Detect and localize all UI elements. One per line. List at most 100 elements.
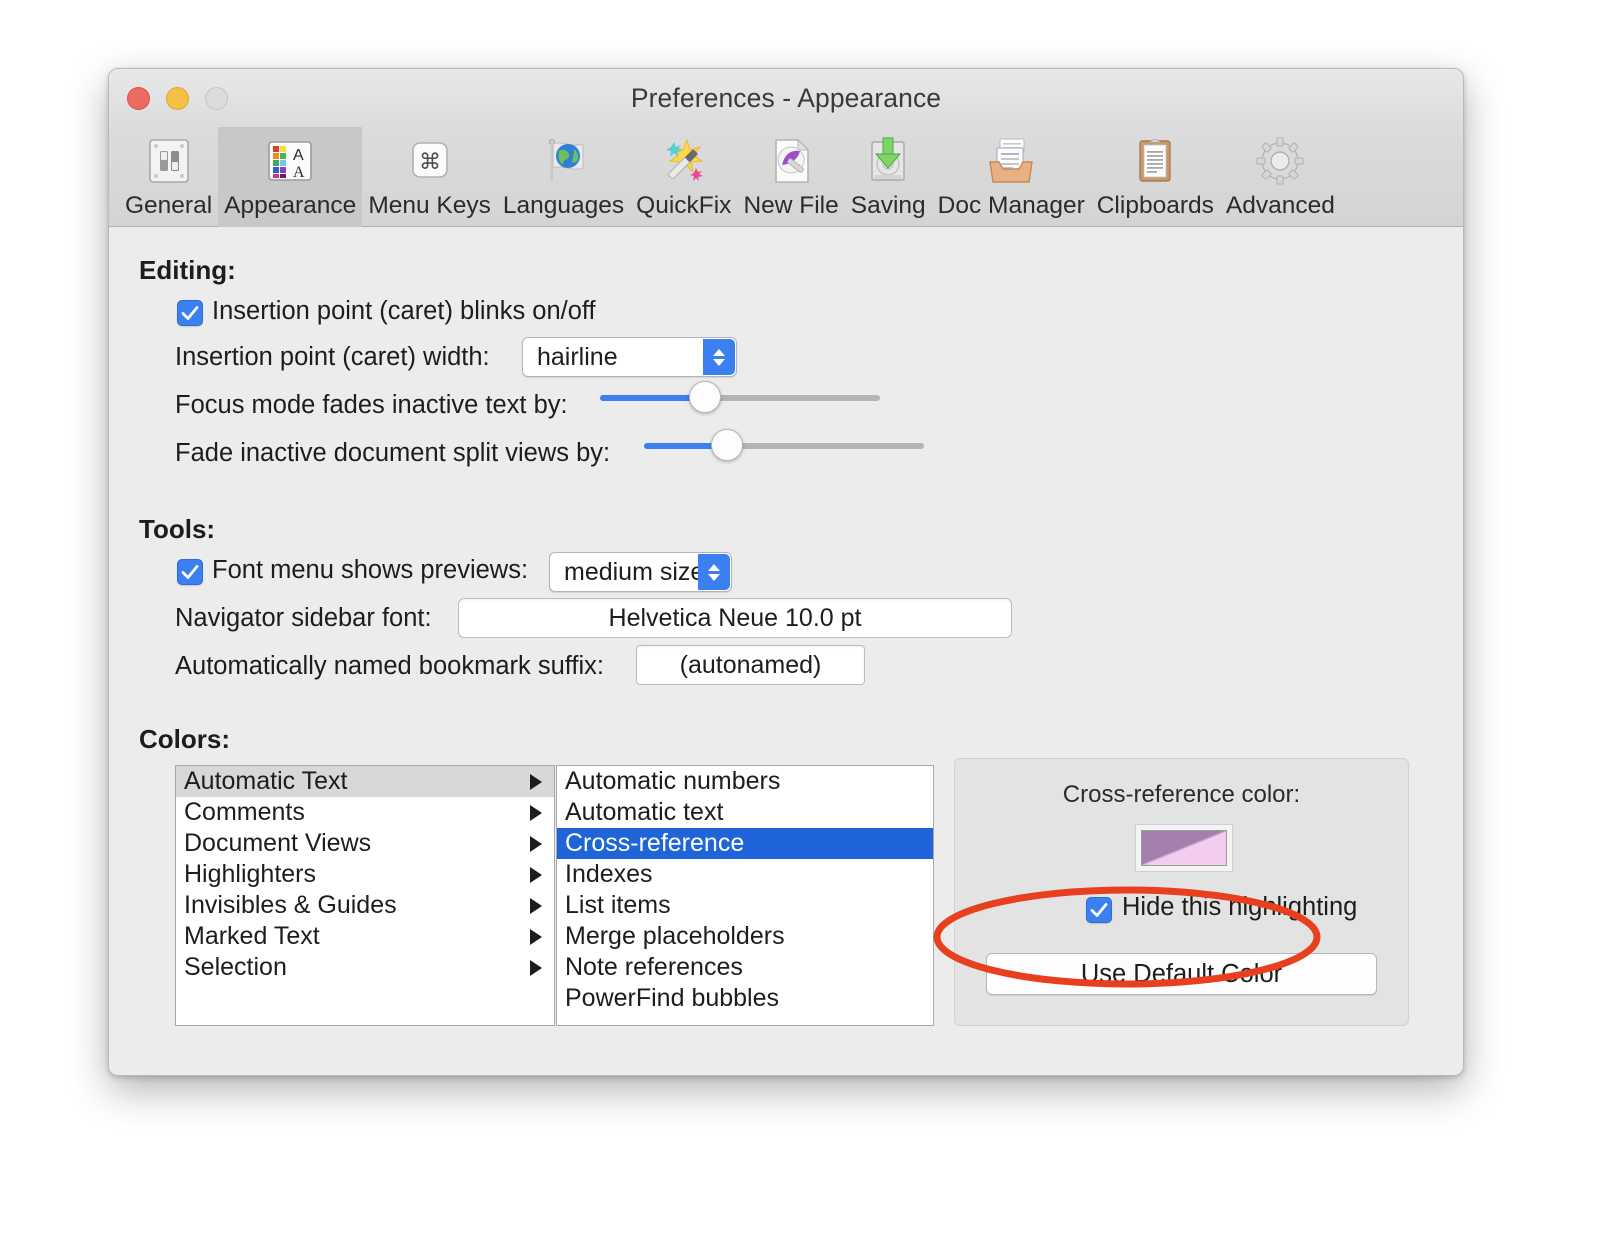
globe-flag-icon [533,131,595,191]
caret-width-value: hairline [523,343,618,372]
color-category-row[interactable]: Document Views [176,828,554,859]
disclosure-triangle-icon[interactable] [530,774,542,790]
toolbar-item-clipboards[interactable]: Clipboards [1091,127,1220,227]
color-items-list[interactable]: Automatic numbersAutomatic textCross-ref… [556,765,934,1026]
disclosure-triangle-icon[interactable] [530,898,542,914]
color-swatch [1141,830,1227,866]
bookmark-suffix-field[interactable]: (autonamed) [636,645,865,685]
caret-width-select[interactable]: hairline [522,337,737,377]
toolbar-item-saving[interactable]: Saving [845,127,932,227]
magic-wand-sparkle-icon [653,131,715,191]
list-item-label: Invisibles & Guides [184,891,397,920]
slider-knob[interactable] [711,429,743,461]
color-item-row[interactable]: Automatic text [557,797,933,828]
chevron-updown-icon [703,339,735,375]
toolbar-item-quickfix[interactable]: QuickFix [630,127,737,227]
toolbar-item-languages[interactable]: Languages [497,127,630,227]
toolbar-label: Menu Keys [368,192,491,220]
disclosure-triangle-icon[interactable] [530,929,542,945]
toolbar-label: Doc Manager [938,192,1085,220]
toolbar-label: New File [743,192,838,220]
switches-icon [138,131,200,191]
list-item-label: Document Views [184,829,371,858]
font-preview-size-select[interactable]: medium size [549,552,732,592]
caret-blinks-checkbox[interactable] [177,300,203,326]
color-item-row[interactable]: Note references [557,952,933,983]
caret-width-label: Insertion point (caret) width: [175,343,490,372]
list-item-label: Selection [184,953,287,982]
window-title: Preferences - Appearance [109,83,1463,114]
document-brush-icon [760,131,822,191]
hide-this-highlighting-checkbox[interactable] [1086,897,1112,923]
list-item-label: List items [565,891,671,920]
hide-this-highlighting-label: Hide this highlighting [1122,893,1357,922]
toolbar-item-general[interactable]: General [119,127,218,227]
use-default-color-button[interactable]: Use Default Color [986,953,1377,995]
color-item-row[interactable]: Cross-reference [557,828,933,859]
list-item-label: PowerFind bubbles [565,984,779,1013]
preferences-toolbar: General A A [109,127,1463,227]
color-item-row[interactable]: Merge placeholders [557,921,933,952]
editing-section-heading: Editing: [139,255,236,286]
color-swatch-well[interactable] [1135,824,1233,872]
list-item-label: Merge placeholders [565,922,785,951]
gear-icon [1249,131,1311,191]
svg-text:⌘: ⌘ [419,149,441,174]
slider-knob[interactable] [689,381,721,413]
color-detail-panel: Cross-reference color: Hide this highlig… [954,758,1409,1026]
color-item-row[interactable]: List items [557,890,933,921]
list-item-label: Comments [184,798,305,827]
preferences-window: Preferences - Appearance Gener [108,68,1464,1076]
color-categories-list[interactable]: Automatic TextCommentsDocument ViewsHigh… [175,765,555,1026]
color-palette-letters-icon: A A [259,131,321,191]
caret-blinks-label: Insertion point (caret) blinks on/off [212,297,596,326]
toolbar-label: Advanced [1226,192,1335,220]
toolbar-label: Languages [503,192,624,220]
toolbar-item-new-file[interactable]: New File [737,127,844,227]
font-preview-label: Font menu shows previews: [212,556,528,585]
disclosure-triangle-icon[interactable] [530,836,542,852]
split-fade-slider[interactable] [644,429,924,463]
disclosure-triangle-icon[interactable] [530,805,542,821]
cross-reference-color-label: Cross-reference color: [955,781,1408,809]
list-item-label: Indexes [565,860,653,889]
toolbar-label: QuickFix [636,192,731,220]
hard-drive-down-arrow-icon [857,131,919,191]
split-fade-label: Fade inactive document split views by: [175,439,610,468]
toolbar-item-appearance[interactable]: A A Appearance [218,127,362,227]
toolbar-item-doc-manager[interactable]: Doc Manager [932,127,1091,227]
color-item-row[interactable]: Automatic numbers [557,766,933,797]
clipboard-icon [1124,131,1186,191]
color-category-row[interactable]: Highlighters [176,859,554,890]
screenshot-canvas: Preferences - Appearance Gener [0,0,1624,1256]
navigator-font-field[interactable]: Helvetica Neue 10.0 pt [458,598,1012,638]
color-category-row[interactable]: Automatic Text [176,766,554,797]
bookmark-suffix-label: Automatically named bookmark suffix: [175,652,604,681]
navigator-font-label: Navigator sidebar font: [175,604,432,633]
color-category-row[interactable]: Comments [176,797,554,828]
disclosure-triangle-icon[interactable] [530,960,542,976]
tools-section-heading: Tools: [139,514,215,545]
color-category-row[interactable]: Marked Text [176,921,554,952]
list-item-label: Highlighters [184,860,316,889]
toolbar-label: Saving [851,192,926,220]
focus-fade-slider[interactable] [600,381,880,415]
color-category-row[interactable]: Selection [176,952,554,983]
list-item-label: Automatic Text [184,767,348,796]
chevron-updown-icon [698,554,730,590]
list-item-label: Automatic text [565,798,723,827]
toolbar-item-advanced[interactable]: Advanced [1220,127,1341,227]
color-item-row[interactable]: PowerFind bubbles [557,983,933,1014]
svg-text:A: A [293,147,304,164]
list-item-label: Cross-reference [565,829,744,858]
window-titlebar: Preferences - Appearance [109,69,1463,127]
color-category-row[interactable]: Invisibles & Guides [176,890,554,921]
inbox-tray-icon [980,131,1042,191]
font-preview-checkbox[interactable] [177,559,203,585]
preferences-content: Editing: Insertion point (caret) blinks … [109,227,1463,1076]
toolbar-item-menu-keys[interactable]: ⌘ Menu Keys [362,127,497,227]
command-key-icon: ⌘ [399,131,461,191]
disclosure-triangle-icon[interactable] [530,867,542,883]
font-preview-size-value: medium size [550,558,704,587]
color-item-row[interactable]: Indexes [557,859,933,890]
